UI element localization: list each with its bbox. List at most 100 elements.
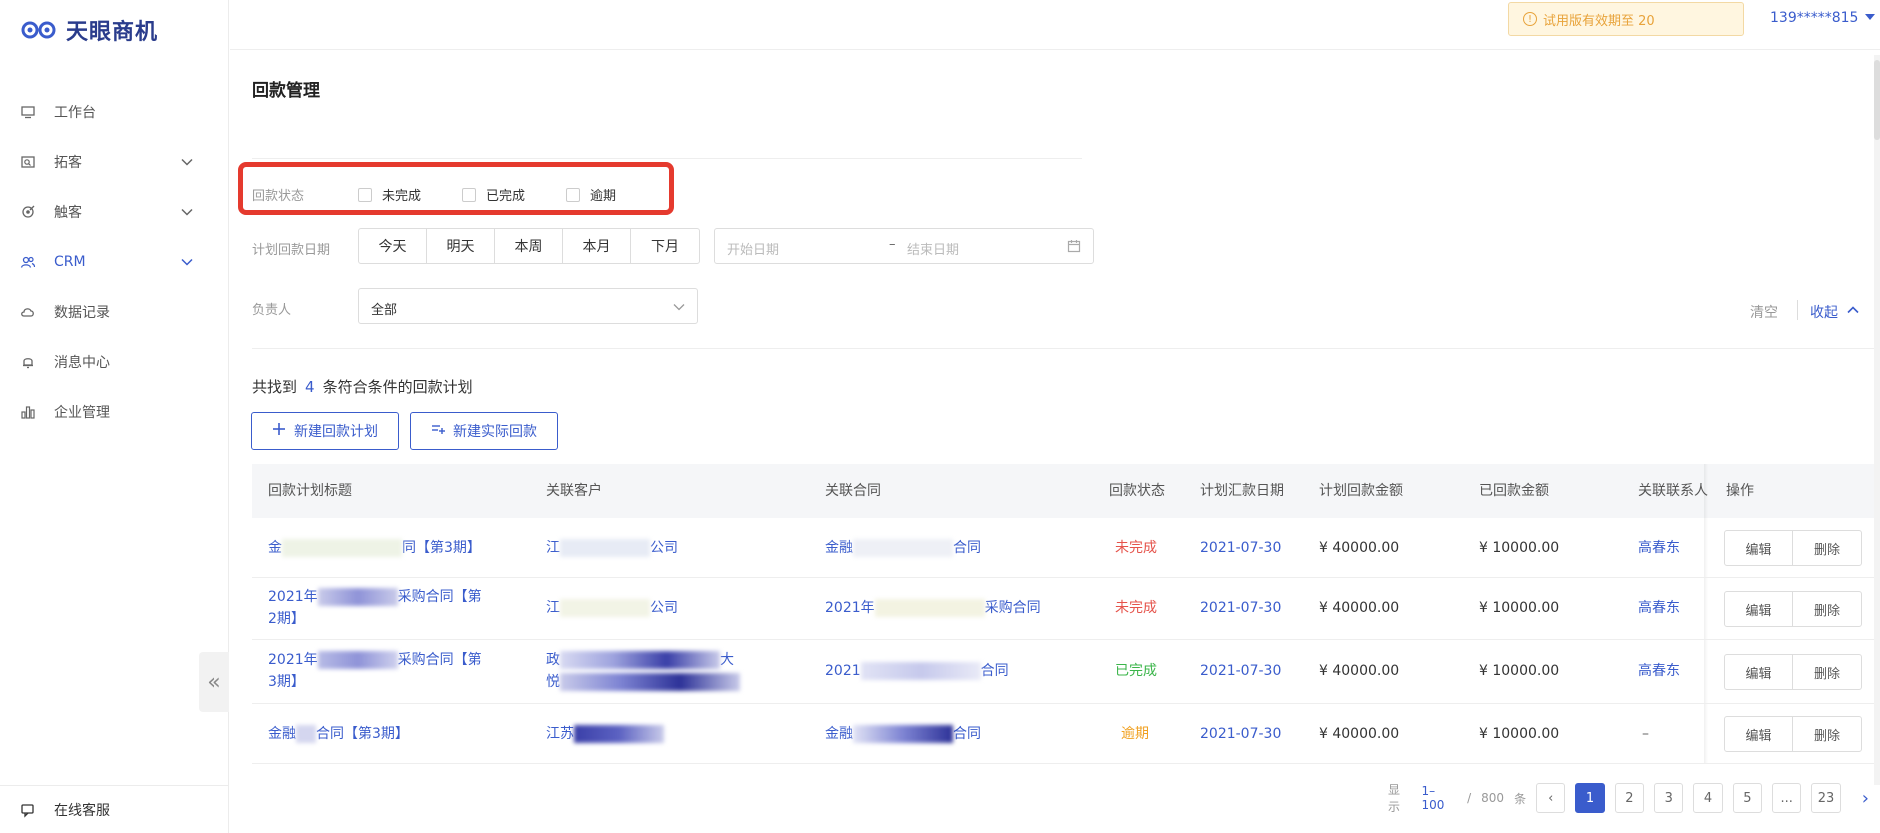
clock-icon: ! <box>1523 12 1537 26</box>
page-ellipsis[interactable]: ... <box>1772 783 1802 813</box>
sidebar-item-crm[interactable]: CRM <box>0 242 229 282</box>
plan-date: 2021-07-30 <box>1200 726 1282 742</box>
monitor-icon <box>20 104 36 120</box>
sidebar-item-messages[interactable]: 消息中心 <box>0 342 229 382</box>
scrollbar-track[interactable] <box>1874 55 1880 785</box>
page-button[interactable]: 4 <box>1693 783 1723 813</box>
page-button[interactable]: 2 <box>1614 783 1645 813</box>
date-range-picker[interactable]: 开始日期 – 结束日期 <box>714 228 1094 264</box>
chat-icon <box>20 802 36 818</box>
page-button[interactable]: 3 <box>1654 783 1684 813</box>
prev-page-button[interactable]: ‹ <box>1536 783 1566 813</box>
sidebar-item-workbench[interactable]: 工作台 <box>0 92 229 132</box>
table-header <box>252 464 1880 518</box>
contract-link[interactable]: 2021 合同 <box>825 660 1009 682</box>
pager-sep: / <box>1467 791 1472 805</box>
customer-link[interactable]: 政大悦 <box>546 649 796 693</box>
delete-button[interactable]: 删除 <box>1793 655 1861 689</box>
sidebar-item-label: 拓客 <box>54 155 82 171</box>
date-filter-label: 计划回款日期 <box>252 243 331 258</box>
table-row: 金同【第3期】 江公司 金融 合同 未完成 2021-07-30 ¥ 40000.… <box>252 518 1880 578</box>
collapse-filters-button[interactable]: 收起 <box>1810 302 1860 322</box>
contract-link[interactable]: 2021年 采购合同 <box>825 597 1041 619</box>
result-number: 4 <box>305 378 315 396</box>
delete-button[interactable]: 删除 <box>1793 592 1861 626</box>
sidebar-item-label: 工作台 <box>54 105 96 121</box>
sidebar-item-label: 企业管理 <box>54 405 110 421</box>
owner-filter-label: 负责人 <box>252 303 292 318</box>
clear-filters-button[interactable]: 清空 <box>1750 302 1778 322</box>
contract-link[interactable]: 金融 合同 <box>825 537 981 559</box>
plan-title-link[interactable]: 2021年 采购合同【第 3期】 <box>268 649 518 693</box>
trial-notice[interactable]: ! 试用版有效期至 20 <box>1508 2 1744 36</box>
logo-eyes-icon <box>20 20 60 40</box>
customer-link[interactable]: 江苏 <box>546 723 664 745</box>
edit-button[interactable]: 编辑 <box>1725 531 1793 565</box>
date-today-button[interactable]: 今天 <box>359 229 427 263</box>
delete-button[interactable]: 删除 <box>1793 717 1861 751</box>
page-button[interactable]: 23 <box>1811 783 1841 813</box>
sidebar-item-data-records[interactable]: 数据记录 <box>0 292 229 332</box>
paid-amount: ¥ 10000.00 <box>1479 726 1560 742</box>
plus-icon <box>272 422 286 440</box>
delete-button[interactable]: 删除 <box>1793 531 1861 565</box>
contact-empty: – <box>1642 726 1649 742</box>
column-header: 回款计划标题 <box>268 483 352 499</box>
plan-date: 2021-07-30 <box>1200 663 1282 679</box>
result-count: 共找到 4 条符合条件的回款计划 <box>252 376 473 397</box>
chevron-up-icon <box>1846 303 1860 321</box>
status-badge: 逾期 <box>1121 726 1149 742</box>
new-plan-label: 新建回款计划 <box>294 424 378 440</box>
cloud-icon <box>20 304 36 320</box>
range-separator: – <box>889 237 896 252</box>
sidebar: 天眼商机 工作台 拓客 触客 CRM 数据记录 消息中心 企业管理 « 在线客服 <box>0 0 229 833</box>
sidebar-item-reach[interactable]: 触客 <box>0 192 229 232</box>
customer-link[interactable]: 江公司 <box>546 537 678 559</box>
edit-button[interactable]: 编辑 <box>1725 655 1793 689</box>
row-actions: 编辑 删除 <box>1724 591 1862 627</box>
contact-link[interactable]: 高春东 <box>1638 537 1680 559</box>
online-service[interactable]: 在线客服 <box>0 785 229 833</box>
chevron-down-icon <box>673 301 685 313</box>
page-button[interactable]: 1 <box>1575 783 1605 813</box>
sidebar-item-enterprise[interactable]: 企业管理 <box>0 392 229 432</box>
column-header: 关联客户 <box>546 483 602 499</box>
end-date-input[interactable]: 结束日期 <box>907 239 959 258</box>
plan-title-link[interactable]: 2021年 采购合同【第 2期】 <box>268 586 518 630</box>
contract-link[interactable]: 金融 合同 <box>825 723 981 745</box>
divider <box>252 158 1082 159</box>
owner-select[interactable]: 全部 <box>358 288 698 324</box>
plan-title-link[interactable]: 金同【第3期】 <box>268 537 481 559</box>
collapse-sidebar-button[interactable]: « <box>199 652 229 712</box>
plan-date: 2021-07-30 <box>1200 540 1282 556</box>
column-header: 操作 <box>1726 483 1754 499</box>
page-button[interactable]: 5 <box>1732 783 1763 813</box>
next-page-button[interactable]: › <box>1851 783 1880 813</box>
column-header: 关联合同 <box>825 483 881 499</box>
brand-name: 天眼商机 <box>66 20 159 45</box>
customer-link[interactable]: 江公司 <box>546 597 678 619</box>
new-plan-button[interactable]: 新建回款计划 <box>251 412 399 450</box>
sidebar-item-prospecting[interactable]: 拓客 <box>0 142 229 182</box>
start-date-input[interactable]: 开始日期 <box>727 239 779 258</box>
plan-date: 2021-07-30 <box>1200 600 1282 616</box>
row-actions: 编辑 删除 <box>1724 654 1862 690</box>
contact-link[interactable]: 高春东 <box>1638 597 1680 619</box>
plan-title-link[interactable]: 金融 合同【第3期】 <box>268 723 409 745</box>
date-next-month-button[interactable]: 下月 <box>631 229 699 263</box>
scrollbar-thumb[interactable] <box>1874 60 1880 140</box>
user-phone: 139*****815 <box>1770 10 1859 26</box>
new-actual-payment-button[interactable]: 新建实际回款 <box>410 412 558 450</box>
user-menu[interactable]: 139*****815 <box>1770 10 1876 26</box>
edit-button[interactable]: 编辑 <box>1725 592 1793 626</box>
date-tomorrow-button[interactable]: 明天 <box>427 229 495 263</box>
new-actual-label: 新建实际回款 <box>453 424 537 440</box>
contact-link[interactable]: 高春东 <box>1638 660 1680 682</box>
pager-show-label: 显示 <box>1388 783 1401 814</box>
logo[interactable]: 天眼商机 <box>20 14 158 46</box>
date-this-month-button[interactable]: 本月 <box>563 229 631 263</box>
plan-amount: ¥ 40000.00 <box>1319 540 1400 556</box>
date-this-week-button[interactable]: 本周 <box>495 229 563 263</box>
search-card-icon <box>20 154 36 170</box>
edit-button[interactable]: 编辑 <box>1725 717 1793 751</box>
